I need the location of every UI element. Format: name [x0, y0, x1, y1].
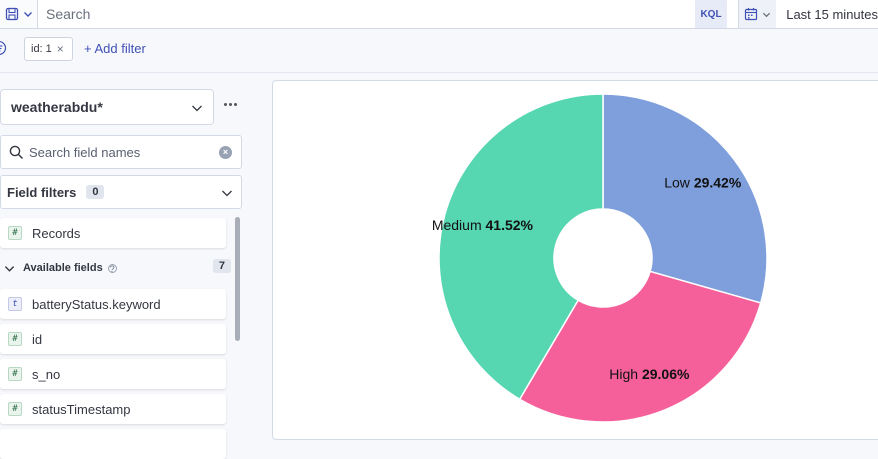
field-filters-label: Field filters — [7, 184, 77, 200]
quick-select-button[interactable] — [739, 0, 777, 28]
data-view-selector[interactable]: weatherabdu* — [0, 89, 214, 125]
calendar-icon — [745, 8, 758, 21]
field-name: statusTimestamp — [32, 401, 131, 417]
number-type-icon: # — [8, 367, 22, 381]
number-type-icon: # — [8, 332, 22, 346]
filter-pill-label: id: 1 — [31, 43, 52, 55]
field-item-s-no[interactable]: # s_no — [0, 359, 226, 389]
query-bar: KQL Last 15 minutes — [0, 0, 878, 29]
data-view-name: weatherabdu* — [11, 99, 103, 115]
slice-label-low: Low 29.42% — [664, 175, 742, 191]
chevron-down-icon — [763, 12, 771, 17]
field-search-input[interactable] — [29, 142, 209, 162]
chevron-down-icon — [4, 265, 15, 272]
field-name: batteryStatus.keyword — [32, 296, 161, 312]
slice-label-high: High 29.06% — [609, 366, 690, 382]
chart-panel: Low 29.42% High 29.06% Medium 41.52% — [272, 80, 878, 440]
donut-chart: Low 29.42% High 29.06% Medium 41.52% — [432, 93, 768, 423]
number-type-icon: # — [8, 402, 22, 416]
data-view-switch-button[interactable] — [0, 0, 38, 28]
clear-icon[interactable]: × — [219, 146, 232, 159]
kql-toggle-button[interactable]: KQL — [695, 0, 727, 28]
pie-slice-low[interactable] — [602, 93, 768, 304]
add-filter-button[interactable]: + Add filter — [84, 41, 146, 56]
number-type-icon: # — [8, 226, 22, 240]
sidebar: weatherabdu* × Field filters 0 # Records… — [0, 73, 258, 459]
field-filters-count: 0 — [86, 185, 105, 199]
field-search-box: × — [0, 135, 242, 169]
chevron-down-icon — [23, 12, 32, 17]
chevron-down-icon — [192, 105, 202, 112]
field-item-records[interactable]: # Records — [0, 218, 226, 248]
field-name: Records — [32, 225, 81, 241]
filter-bar: id: 1 × + Add filter — [0, 30, 878, 68]
chevron-down-icon — [222, 190, 232, 197]
available-fields-label: Available fields — [23, 262, 103, 274]
string-type-icon: t — [8, 297, 22, 311]
options-menu-icon[interactable] — [224, 103, 237, 106]
close-icon[interactable]: × — [57, 42, 64, 56]
save-query-icon — [5, 7, 18, 21]
date-range-text[interactable]: Last 15 minutes — [776, 7, 878, 22]
field-item-id[interactable]: # id — [0, 324, 226, 354]
field-item-statustimestamp[interactable]: # statusTimestamp — [0, 394, 226, 424]
slice-label-medium: Medium 41.52% — [432, 217, 534, 233]
field-filters-toggle[interactable]: Field filters 0 — [0, 175, 242, 209]
available-fields-header[interactable]: Available fields ? 7 — [4, 259, 231, 277]
search-icon — [9, 145, 24, 160]
available-fields-count: 7 — [212, 259, 231, 273]
filter-pill[interactable]: id: 1 × — [24, 37, 73, 61]
help-icon[interactable]: ? — [107, 263, 117, 273]
date-picker: Last 15 minutes — [738, 0, 878, 28]
search-input[interactable] — [38, 0, 694, 28]
field-item-batterystatus[interactable]: t batteryStatus.keyword — [0, 289, 226, 319]
filter-menu-icon[interactable] — [0, 39, 12, 57]
sidebar-scrollbar[interactable] — [235, 217, 240, 341]
field-name: s_no — [32, 366, 61, 382]
field-name: id — [32, 331, 43, 347]
